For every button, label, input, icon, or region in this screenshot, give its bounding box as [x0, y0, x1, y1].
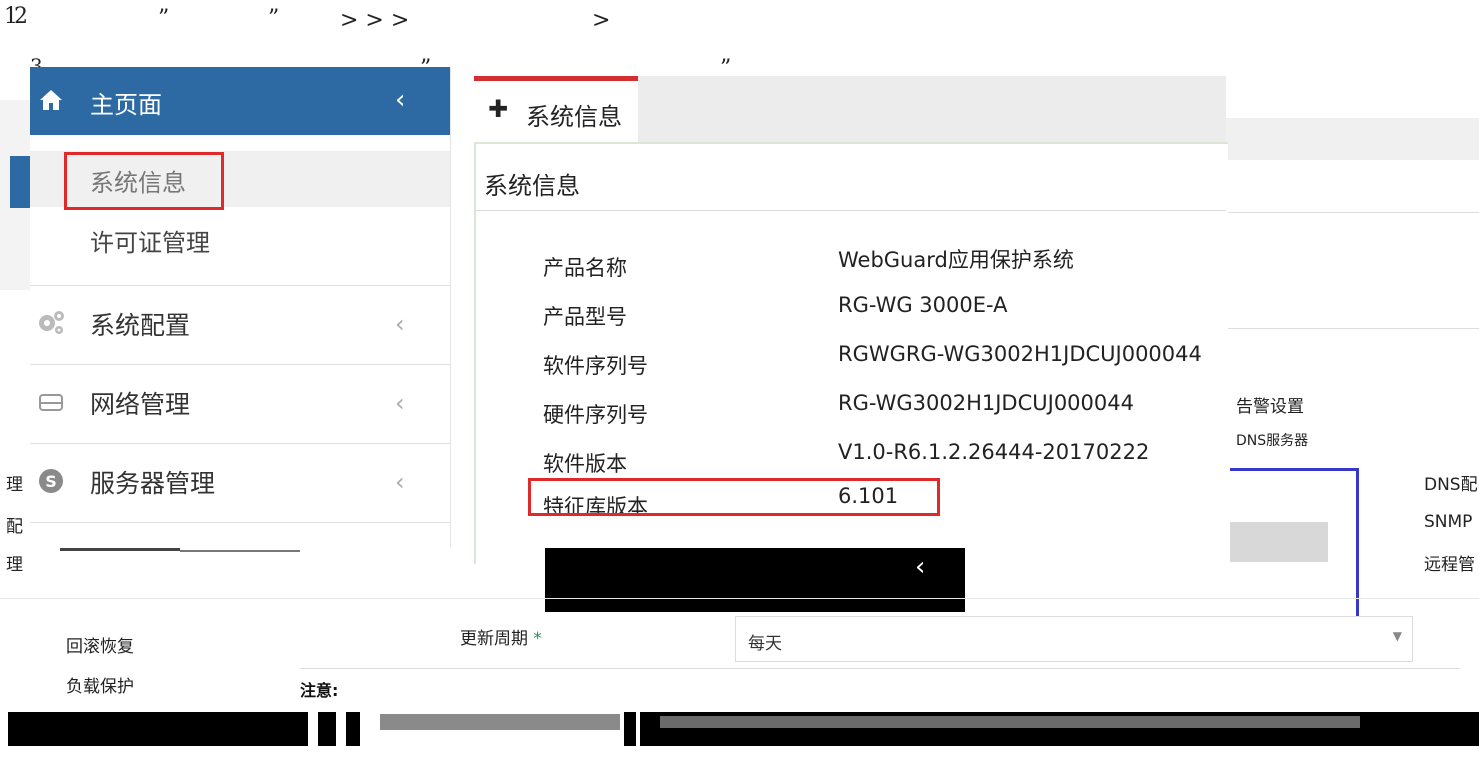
chevron-left-icon: ‹ [395, 310, 405, 338]
blue-frame-side [1356, 468, 1359, 618]
info-value: RG-WG3002H1JDCUJ000044 [838, 391, 1134, 415]
update-period-label: 更新周期 * [460, 624, 542, 649]
info-key: 产品型号 [543, 305, 627, 329]
info-key: 软件版本 [543, 452, 627, 476]
rollback-menu-item[interactable]: 回滚恢复 [66, 632, 134, 657]
dns-config-link[interactable]: DNS配 [1424, 470, 1478, 495]
left-fragment: 理 [6, 555, 23, 575]
chevron-left-icon: ‹ [395, 389, 405, 417]
panel-title: 系统信息 [484, 172, 580, 200]
dns-server-link[interactable]: DNS服务器 [1236, 430, 1308, 450]
background-top-bar [1226, 118, 1479, 160]
glitch-bottom-bar [346, 712, 360, 746]
svg-text:S: S [45, 472, 57, 491]
drive-icon [39, 394, 63, 411]
background-dark-cell [10, 156, 30, 208]
menu-label: 系统配置 [90, 311, 191, 340]
highlight-box-signature-version [528, 478, 940, 516]
load-protect-menu-item[interactable]: 负载保护 [66, 672, 134, 697]
gears-icon [39, 311, 64, 334]
update-period-value: 每天 [748, 634, 782, 654]
left-fragment: 配 [6, 517, 23, 537]
sidebar-menu-collapsed [30, 522, 450, 548]
panel-divider [474, 210, 1226, 211]
sidebar-menu-network[interactable]: 网络管理 ‹ [30, 364, 450, 443]
sidebar: 主页面 ‹ 系统信息 许可证管理 系统配置 ‹ 网络管理 ‹ S 服务器管理 ‹ [30, 67, 451, 548]
tab-system-info[interactable]: ✚ 系统信息 [474, 76, 638, 147]
info-value: WebGuard应用保护系统 [838, 248, 1074, 272]
chevron-left-icon[interactable]: ‹ [395, 85, 405, 115]
notice-label: 注意: [300, 681, 339, 700]
update-period-select[interactable]: 每天 ▼ [735, 616, 1413, 662]
glitch-overlay-block [545, 548, 965, 612]
background-divider [1226, 328, 1479, 329]
tab-label: 系统信息 [526, 103, 622, 131]
plus-icon: ✚ [488, 95, 509, 123]
info-value: RG-WG 3000E-A [838, 293, 1008, 317]
glitch-bottom-bar [660, 716, 1360, 728]
remote-mgmt-link[interactable]: 远程管 [1424, 550, 1475, 575]
skype-icon: S [39, 469, 63, 493]
stray-number-2: 2 [14, 4, 28, 29]
menu-label: 服务器管理 [90, 469, 216, 498]
notice-box: 注意: [300, 668, 1460, 703]
update-period-text: 更新周期 [460, 629, 528, 649]
dropdown-arrow-icon: ▼ [1392, 629, 1402, 643]
highlight-box-system-info [64, 152, 224, 210]
sidebar-item-label: 许可证管理 [90, 229, 210, 257]
background-gray-field [1230, 522, 1328, 562]
alarm-settings-link[interactable]: 告警设置 [1236, 392, 1304, 417]
sidebar-item-license[interactable]: 许可证管理 [30, 211, 450, 267]
glitch-bar [180, 550, 300, 552]
sidebar-menu-system-config[interactable]: 系统配置 ‹ [30, 285, 450, 364]
glitch-bar [60, 548, 180, 551]
info-key: 软件序列号 [543, 354, 648, 378]
menu-label: 网络管理 [90, 390, 191, 419]
sidebar-menu-server[interactable]: S 服务器管理 ‹ [30, 443, 450, 522]
required-mark: * [533, 629, 542, 649]
background-divider [1226, 212, 1479, 213]
glitch-bottom-bar [624, 712, 636, 746]
info-key: 硬件序列号 [543, 403, 648, 427]
info-key: 产品名称 [543, 256, 627, 280]
left-fragment: 理 [6, 475, 23, 495]
background-divider [0, 598, 1479, 599]
glitch-bottom-bar [318, 712, 336, 746]
chevron-left-icon: ‹ [395, 468, 405, 496]
glitch-bottom-bar [380, 714, 620, 730]
home-icon [40, 90, 62, 110]
glitch-bottom-bar [8, 712, 308, 746]
info-value: V1.0-R6.1.2.26444-20170222 [838, 440, 1150, 464]
stray-arrow: > [592, 8, 611, 33]
chevron-left-icon: ‹ [915, 552, 926, 582]
home-label: 主页面 [90, 91, 162, 119]
blue-frame-top [1230, 468, 1358, 471]
stray-quote: ” [268, 6, 280, 31]
stray-quote: ” [158, 6, 170, 31]
sidebar-home-header[interactable]: 主页面 ‹ [30, 67, 450, 135]
info-value: RGWGRG-WG3002H1JDCUJ000044 [838, 342, 1202, 366]
snmp-link[interactable]: SNMP [1424, 512, 1472, 532]
stray-arrows: > > > [340, 8, 410, 33]
